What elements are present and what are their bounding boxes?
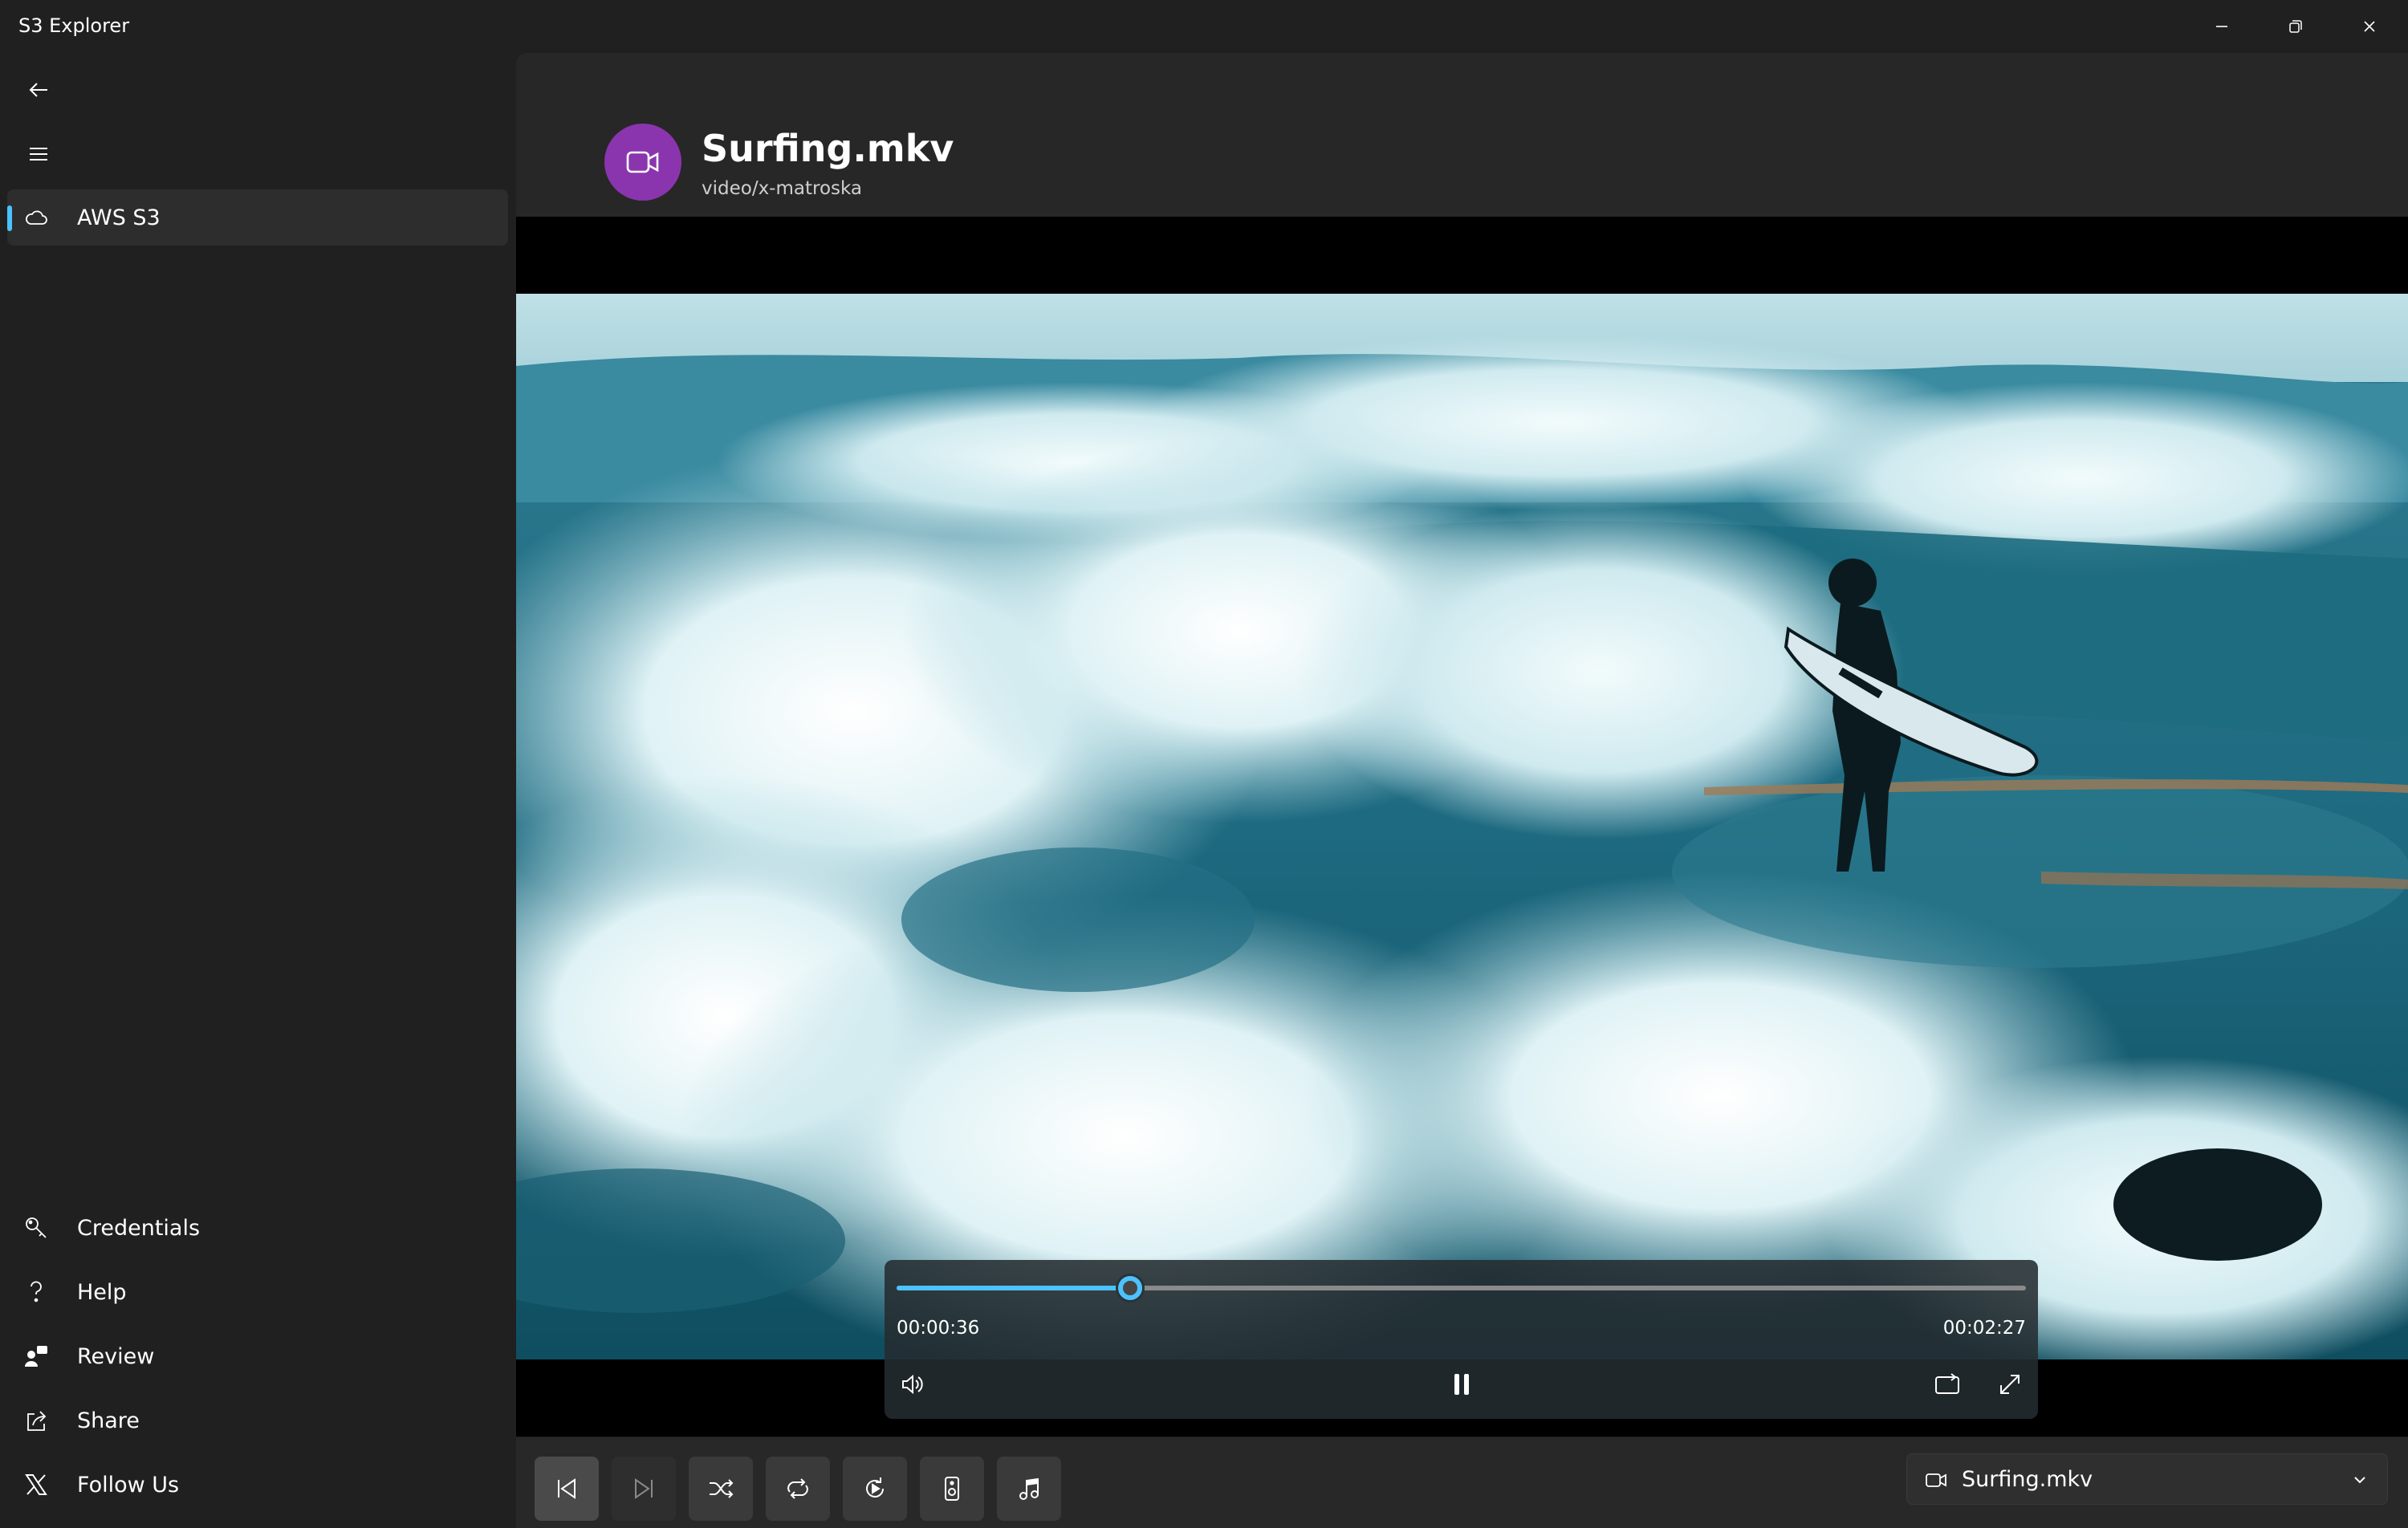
sidebar-item-label: AWS S3 bbox=[77, 205, 161, 230]
volume-button[interactable] bbox=[891, 1363, 934, 1406]
elapsed-time: 00:00:36 bbox=[897, 1318, 980, 1339]
surfer-scene bbox=[516, 294, 2408, 1359]
playback-toolbar: Surfing.mkv bbox=[516, 1437, 2408, 1528]
file-avatar bbox=[604, 124, 681, 201]
shuffle-icon bbox=[710, 1479, 734, 1498]
repeat-button[interactable] bbox=[766, 1457, 830, 1521]
video-frame bbox=[516, 294, 2408, 1359]
file-header: Surfing.mkv video/x-matroska bbox=[516, 53, 2408, 217]
hamburger-icon bbox=[30, 148, 47, 161]
content-pane: Surfing.mkv video/x-matroska 00:00:36 00… bbox=[516, 53, 2408, 1528]
file-name: Surfing.mkv bbox=[702, 127, 954, 170]
pause-icon bbox=[1454, 1374, 1469, 1395]
chevron-down-icon bbox=[2354, 1477, 2365, 1484]
fullscreen-button[interactable] bbox=[1988, 1363, 2032, 1406]
close-icon bbox=[2364, 21, 2375, 32]
question-icon bbox=[31, 1281, 42, 1302]
seek-bar[interactable] bbox=[897, 1276, 2026, 1300]
title-bar: S3 Explorer bbox=[0, 0, 2408, 53]
fullscreen-icon bbox=[2000, 1375, 2020, 1394]
sidebar-item-follow-us[interactable]: Follow Us bbox=[7, 1457, 508, 1513]
replay-icon bbox=[866, 1477, 884, 1498]
video-player[interactable]: 00:00:36 00:02:27 bbox=[516, 217, 2408, 1437]
sidebar-item-aws-s3[interactable]: AWS S3 bbox=[7, 189, 508, 246]
cloud-icon bbox=[26, 210, 47, 225]
seek-progress bbox=[897, 1286, 1131, 1290]
sidebar-item-review[interactable]: Review bbox=[7, 1328, 508, 1384]
menu-toggle-button[interactable] bbox=[14, 130, 63, 178]
music-button[interactable] bbox=[997, 1457, 1061, 1521]
speaker-icon bbox=[945, 1477, 959, 1501]
speaker-button[interactable] bbox=[920, 1457, 984, 1521]
sidebar-item-credentials[interactable]: Credentials bbox=[7, 1200, 508, 1256]
cast-button[interactable] bbox=[1926, 1363, 1969, 1406]
sidebar-item-share[interactable]: Share bbox=[7, 1392, 508, 1449]
video-camera-icon bbox=[626, 151, 659, 173]
person-feedback-icon bbox=[25, 1346, 47, 1367]
repeat-icon bbox=[787, 1478, 808, 1499]
key-icon bbox=[26, 1217, 47, 1238]
selection-indicator bbox=[7, 205, 12, 231]
sidebar-item-label: Review bbox=[77, 1344, 155, 1369]
app-window: S3 Explorer AWS S3 Credentials Help Revi… bbox=[0, 0, 2408, 1528]
pause-button[interactable] bbox=[1440, 1363, 1483, 1406]
sidebar-item-label: Follow Us bbox=[77, 1473, 180, 1498]
share-icon bbox=[27, 1411, 47, 1431]
video-camera-icon bbox=[1926, 1473, 1946, 1487]
restore-button[interactable] bbox=[2259, 0, 2333, 53]
music-note-icon bbox=[1019, 1477, 1039, 1500]
close-button[interactable] bbox=[2333, 0, 2406, 53]
back-arrow-icon bbox=[29, 83, 47, 97]
volume-icon bbox=[902, 1374, 923, 1395]
seek-thumb[interactable] bbox=[1118, 1276, 1143, 1300]
shuffle-button[interactable] bbox=[689, 1457, 753, 1521]
sidebar-item-label: Help bbox=[77, 1280, 127, 1305]
transport-controls: 00:00:36 00:02:27 bbox=[885, 1260, 2038, 1419]
cast-icon bbox=[1935, 1373, 1959, 1394]
x-logo-icon bbox=[25, 1474, 47, 1495]
sidebar-item-label: Share bbox=[77, 1408, 140, 1433]
back-button[interactable] bbox=[14, 66, 63, 114]
remaining-time: 00:02:27 bbox=[1942, 1318, 2026, 1339]
skip-previous-icon bbox=[558, 1478, 576, 1499]
next-button[interactable] bbox=[612, 1457, 676, 1521]
sidebar-item-help[interactable]: Help bbox=[7, 1264, 508, 1320]
skip-next-icon bbox=[635, 1478, 653, 1499]
replay-button[interactable] bbox=[843, 1457, 907, 1521]
file-selector-dropdown[interactable]: Surfing.mkv bbox=[1906, 1453, 2388, 1505]
selected-file-label: Surfing.mkv bbox=[1962, 1467, 2093, 1492]
sidebar-item-label: Credentials bbox=[77, 1216, 201, 1241]
minimize-icon bbox=[2216, 26, 2227, 27]
restore-icon bbox=[2289, 20, 2302, 33]
previous-button[interactable] bbox=[535, 1457, 599, 1521]
sidebar: AWS S3 Credentials Help Review Share Fol… bbox=[0, 53, 516, 1528]
file-mime-type: video/x-matroska bbox=[702, 178, 863, 199]
app-title: S3 Explorer bbox=[18, 14, 130, 37]
minimize-button[interactable] bbox=[2185, 0, 2259, 53]
